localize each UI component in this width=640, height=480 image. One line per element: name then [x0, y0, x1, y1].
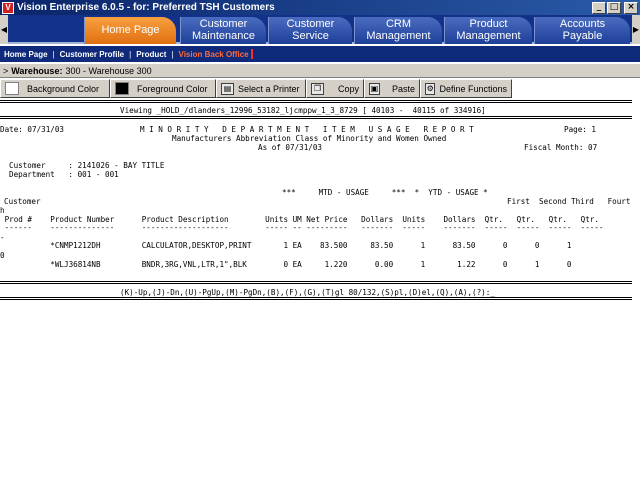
- tab-label: Home Page: [101, 24, 160, 36]
- report-title: M I N O R I T Y D E P A R T M E N T I T …: [140, 125, 474, 134]
- warehouse-prefix: >: [3, 65, 9, 76]
- subnav-separator: |: [52, 49, 55, 59]
- paste-button[interactable]: ▣ Paste: [364, 79, 420, 98]
- copy-icon: ❐: [311, 82, 324, 95]
- tab-crm-management[interactable]: CRM Management: [354, 17, 442, 44]
- tab-customer-maintenance[interactable]: Customer Maintenance: [180, 17, 266, 44]
- table-row: *WLJ36814NB BNDR,3RG,VNL,LTR,1",BLK 0 EA…: [0, 260, 572, 269]
- tab-label: CRM: [385, 18, 412, 30]
- report-subtitle: Manufacturers Abbreviation Class of Mino…: [172, 134, 447, 143]
- define-functions-icon: ⚙: [425, 82, 436, 95]
- report-usage-group-header: *** MTD - USAGE *** * YTD - USAGE *: [282, 188, 488, 197]
- warehouse-value: 300 - Warehouse 300: [65, 65, 152, 76]
- tab-home-page[interactable]: Home Page: [84, 17, 176, 44]
- foreground-color-label: Foreground Color: [137, 83, 208, 94]
- report-date: Date: 07/31/03: [0, 125, 65, 134]
- report-fiscal-month: Fiscal Month: 07: [524, 143, 598, 152]
- minimize-button[interactable]: _: [592, 1, 606, 14]
- report-h-marker: h: [0, 206, 5, 215]
- tab-label: Product: [469, 18, 508, 30]
- select-printer-label: Select a Printer: [238, 83, 300, 94]
- sub-navigation: Home Page | Customer Profile | Product |…: [0, 46, 640, 62]
- report-page-number: Page: 1: [564, 125, 597, 134]
- foreground-color-button[interactable]: Foreground Color: [110, 79, 216, 98]
- report-as-of: As of 07/31/03: [258, 143, 323, 152]
- copy-label: Copy: [337, 83, 359, 94]
- warehouse-label: Warehouse:: [11, 65, 63, 76]
- main-tab-bar: ◀ Home Page Customer Maintenance Custome…: [0, 15, 640, 44]
- subnav-separator: |: [129, 49, 132, 59]
- subnav-product[interactable]: Product: [136, 50, 166, 59]
- tab-label: Customer: [286, 18, 335, 30]
- copy-button[interactable]: ❐ Copy: [306, 79, 364, 98]
- report-zero-marker: 0: [0, 251, 5, 260]
- table-row: *CNMP1212DH CALCULATOR,DESKTOP,PRINT 1 E…: [0, 241, 572, 250]
- black-swatch-icon: [115, 82, 129, 95]
- maximize-button[interactable]: □: [607, 1, 621, 14]
- tab-label: Customer: [199, 18, 248, 30]
- subnav-customer-profile[interactable]: Customer Profile: [60, 50, 124, 59]
- report-command-line[interactable]: (K)-Up,(J)-Dn,(U)-PgUp,(M)-PgDn,(B),(F),…: [120, 288, 495, 297]
- tab-label: Accounts: [559, 18, 606, 30]
- window-title: Vision Enterprise 6.0.5 - for: Preferred…: [17, 2, 275, 13]
- subnav-vision-back-office[interactable]: Vision Back Office: [179, 50, 249, 59]
- report-customer-header: Customer: [4, 197, 41, 206]
- subnav-separator: |: [171, 49, 174, 59]
- tab-label: Management: [366, 30, 431, 42]
- report-quarter-header: First Second Third Fourt: [507, 197, 631, 206]
- tab-label: Maintenance: [192, 30, 255, 42]
- close-button[interactable]: ×: [624, 1, 638, 14]
- printer-icon: ▤: [221, 82, 234, 95]
- tab-scroll-right-icon[interactable]: ▶: [632, 15, 640, 44]
- tab-product-management[interactable]: Product Management: [444, 17, 532, 44]
- tab-label: Payable: [562, 30, 603, 42]
- white-swatch-icon: [5, 82, 19, 95]
- subnav-active-marker: [250, 49, 253, 59]
- tab-label: Service: [292, 30, 329, 42]
- define-functions-button[interactable]: ⚙ Define Functions: [420, 79, 512, 98]
- subnav-home-page[interactable]: Home Page: [4, 50, 48, 59]
- report-header-rule: [0, 116, 632, 119]
- report-department: Department : 001 - 001: [9, 170, 119, 179]
- report-column-dashes: ------ -------------- ------------------…: [0, 223, 604, 232]
- select-printer-button[interactable]: ▤ Select a Printer: [216, 79, 306, 98]
- report-footer-rule: [0, 297, 632, 300]
- app-logo-icon: V: [2, 1, 14, 14]
- report-toolbar: Background Color Foreground Color ▤ Sele…: [0, 79, 512, 98]
- background-color-label: Background Color: [27, 83, 100, 94]
- tab-scroll-left-icon[interactable]: ◀: [0, 15, 8, 44]
- tab-customer-service[interactable]: Customer Service: [268, 17, 352, 44]
- paste-label: Paste: [391, 83, 415, 94]
- report-customer: Customer : 2141026 - BAY TITLE: [9, 161, 165, 170]
- warehouse-bar: > Warehouse: 300 - Warehouse 300: [0, 63, 640, 78]
- report-viewer[interactable]: Viewing _HOLD_/dlanders_12996_53182_ljcm…: [0, 100, 640, 310]
- background-color-button[interactable]: Background Color: [0, 79, 110, 98]
- define-functions-label: Define Functions: [439, 83, 507, 94]
- report-bottom-rule: [0, 281, 632, 284]
- tab-label: Management: [456, 30, 521, 42]
- window-title-bar: V Vision Enterprise 6.0.5 - for: Preferr…: [0, 0, 640, 15]
- paste-icon: ▣: [369, 82, 380, 95]
- report-top-rule: [0, 100, 632, 103]
- tab-accounts-payable[interactable]: Accounts Payable: [534, 17, 630, 44]
- report-viewing-line: Viewing _HOLD_/dlanders_12996_53182_ljcm…: [120, 106, 486, 115]
